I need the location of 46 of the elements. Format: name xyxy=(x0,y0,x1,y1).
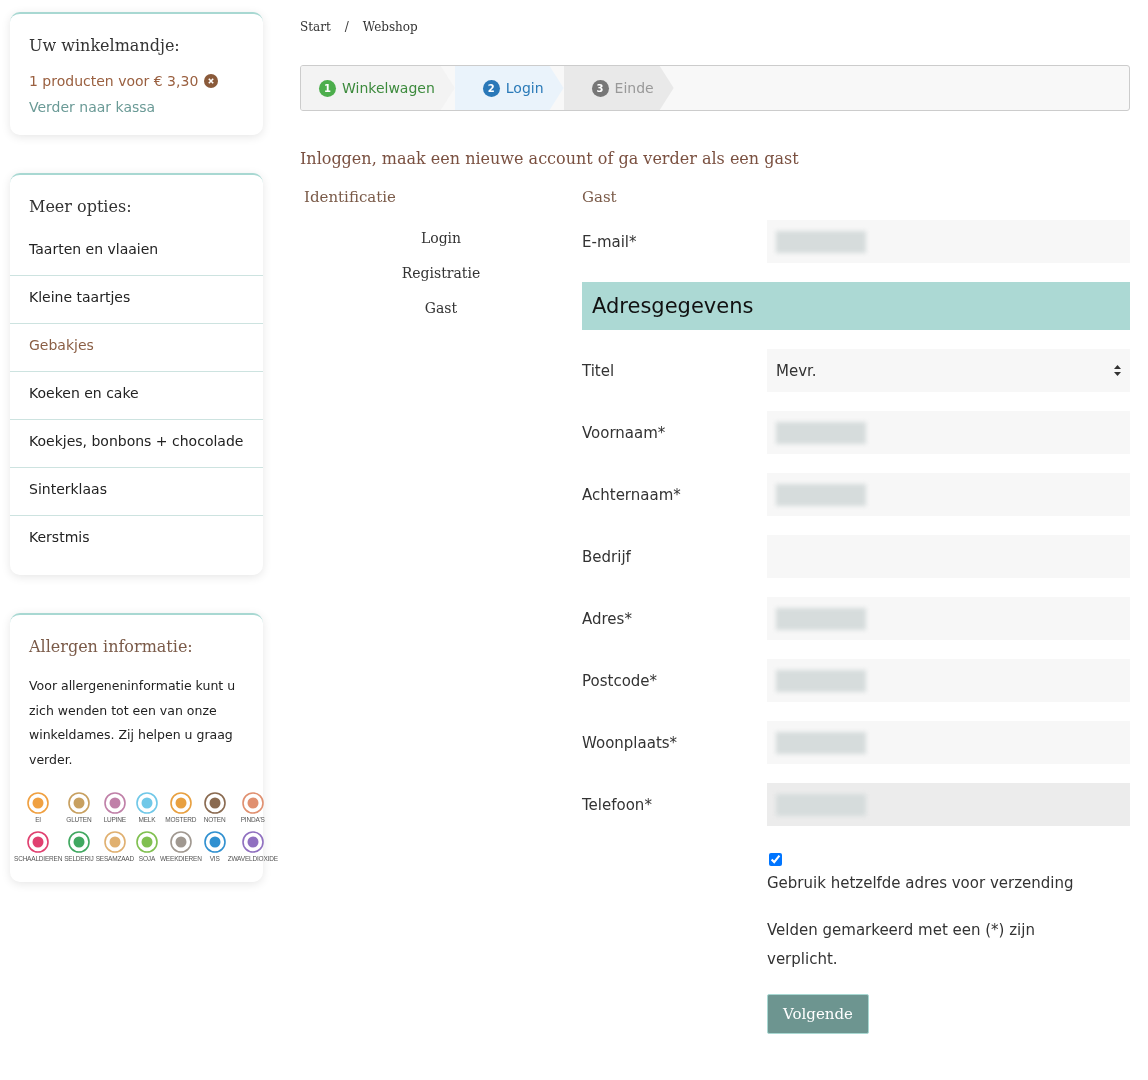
field-label: Voornaam* xyxy=(582,423,667,442)
nav-link[interactable]: Gast xyxy=(424,300,458,316)
checkbox-label: Gebruik hetzelfde adres voor verzending xyxy=(767,874,1074,892)
menu-item[interactable]: Taarten en vlaaien xyxy=(10,223,263,276)
input-field[interactable] xyxy=(767,659,1130,702)
updown-icon xyxy=(1114,365,1121,376)
input-field[interactable] xyxy=(767,411,1130,454)
step-tab[interactable]: 1 Winkelwagen xyxy=(301,66,455,110)
input-field[interactable] xyxy=(767,783,1130,826)
cart-summary: 1 producten voor € 3,30 xyxy=(29,73,199,89)
menu-item[interactable]: Koeken en cake xyxy=(10,367,263,420)
checkbox[interactable] xyxy=(769,853,782,866)
section-title: Identificatie xyxy=(303,188,396,206)
field-label: Adres* xyxy=(582,609,633,628)
menu-item[interactable]: Gebakjes xyxy=(10,319,263,372)
nav-link[interactable]: Registratie xyxy=(401,265,481,281)
menu-item[interactable]: Sinterklaas xyxy=(10,463,263,516)
field-label: Woonplaats* xyxy=(582,733,679,752)
input-field[interactable] xyxy=(767,220,1130,263)
remove-icon[interactable] xyxy=(204,74,219,88)
card-title: Meer opties: xyxy=(28,197,133,216)
breadcrumb-link[interactable]: Webshop xyxy=(362,20,418,65)
card-title: Allergen informatie: xyxy=(29,637,194,656)
field-label: Achternaam* xyxy=(582,485,682,504)
select-field[interactable]: Mevr. xyxy=(767,349,1130,392)
field-label: Titel xyxy=(582,361,616,380)
menu-item[interactable]: Kleine taartjes xyxy=(10,271,263,324)
nav-link[interactable]: Login xyxy=(420,230,462,246)
section-title: Gast xyxy=(582,188,618,206)
field-label: Bedrijf xyxy=(582,547,632,566)
input-field[interactable] xyxy=(767,597,1130,640)
field-label: E-mail* xyxy=(582,232,638,251)
menu-item[interactable]: Koekjes, bonbons + chocolade xyxy=(10,415,263,468)
card-title: Uw winkelmandje: xyxy=(29,36,181,55)
input-field[interactable] xyxy=(767,473,1130,516)
step-tab[interactable]: 3 Einde xyxy=(563,66,674,110)
field-label: Telefoon* xyxy=(582,795,653,814)
breadcrumb-link[interactable]: Start xyxy=(300,20,331,65)
breadcrumb-separator: / xyxy=(344,20,349,36)
field-label: Postcode* xyxy=(582,671,659,690)
page-heading: Inloggen, maak een nieuwe account of ga verder als een gast xyxy=(300,149,800,168)
section-header: Adresgegevens xyxy=(582,282,1130,330)
input-field[interactable] xyxy=(767,721,1130,764)
info-text: Voor allergeneninformatie kunt u zich wenden tot een van onze winkeldames. Zij helpen u graag verder. xyxy=(29,677,237,769)
step-tab[interactable]: 2 Login xyxy=(454,66,564,110)
required-note: Velden gemarkeerd met een (*) zijn verplicht. xyxy=(767,920,1036,970)
